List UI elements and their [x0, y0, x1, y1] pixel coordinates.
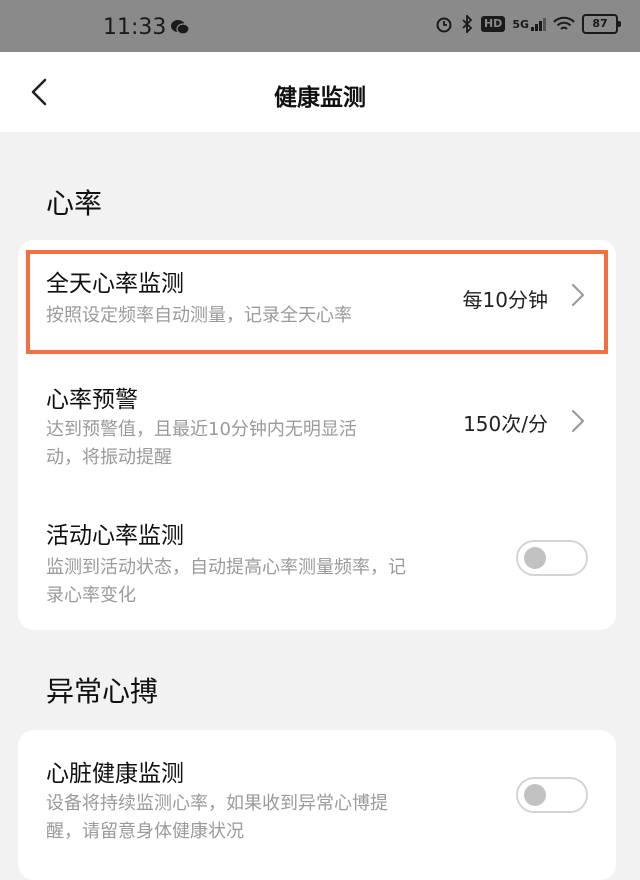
row-heart-health-monitor[interactable]: 心脏健康监测 设备将持续监测心率，如果收到异常心博提 醒，请留意身体健康状况 [18, 730, 616, 861]
heart-health-toggle[interactable] [516, 777, 588, 813]
hd-badge: HD [480, 16, 506, 32]
chevron-right-icon [571, 409, 585, 433]
page-title: 健康监测 [274, 85, 366, 111]
row-desc: 监测到活动状态，自动提高心率测量频率，记 录心率变化 [46, 554, 406, 610]
toggle-knob [524, 784, 546, 806]
toggle-knob [524, 547, 546, 569]
row-desc-line: 醒，请留意身体健康状况 [46, 821, 244, 842]
battery-icon: 87 [582, 14, 621, 34]
row-value: 每10分钟 [462, 288, 548, 312]
row-title: 心脏健康监测 [46, 761, 184, 787]
alarm-icon [436, 17, 452, 33]
row-desc: 设备将持续监测心率，如果收到异常心博提 醒，请留意身体健康状况 [46, 790, 388, 846]
row-all-day-heart-rate[interactable]: 全天心率监测 按照设定频率自动测量，记录全天心率 每10分钟 [18, 240, 616, 360]
status-time: 11:33 [103, 15, 167, 40]
section-title-abnormal-heartbeat: 异常心搏 [46, 675, 159, 708]
chevron-right-icon [571, 283, 585, 307]
network-type-label: 5G [512, 18, 529, 31]
row-activity-heart-rate[interactable]: 活动心率监测 监测到活动状态，自动提高心率测量频率，记 录心率变化 [18, 502, 616, 630]
row-desc-line: 设备将持续监测心率，如果收到异常心博提 [46, 793, 388, 814]
heart-rate-card: 全天心率监测 按照设定频率自动测量，记录全天心率 每10分钟 心率预警 达到预警… [18, 240, 616, 630]
activity-heart-rate-toggle[interactable] [516, 540, 588, 576]
row-title: 全天心率监测 [46, 271, 184, 297]
nav-bar: 健康监测 [0, 52, 640, 132]
status-bar: 11:33 HD 5G 87 [0, 0, 640, 52]
cellular-indicator: 5G [512, 17, 546, 31]
row-desc-line: 录心率变化 [46, 585, 136, 606]
row-value: 150次/分 [463, 412, 548, 436]
signal-icon [531, 18, 546, 31]
row-desc: 按照设定频率自动测量，记录全天心率 [46, 305, 352, 326]
row-desc-line: 监测到活动状态，自动提高心率测量频率，记 [46, 557, 406, 578]
status-icons: HD 5G 87 [435, 14, 621, 34]
row-title: 心率预警 [46, 387, 138, 413]
wechat-icon [171, 20, 190, 35]
row-heart-rate-warning[interactable]: 心率预警 达到预警值，且最近10分钟内无明显活 动，将振动提醒 150次/分 [18, 366, 616, 496]
row-desc-line: 达到预警值，且最近10分钟内无明显活 [46, 419, 357, 440]
bluetooth-icon [462, 15, 473, 33]
row-title: 活动心率监测 [46, 523, 184, 549]
section-title-heart-rate: 心率 [46, 187, 103, 220]
wifi-icon [553, 16, 575, 30]
row-desc-line: 动，将振动提醒 [46, 447, 172, 468]
row-desc: 达到预警值，且最近10分钟内无明显活 动，将振动提醒 [46, 416, 357, 472]
abnormal-heartbeat-card: 心脏健康监测 设备将持续监测心率，如果收到异常心博提 醒，请留意身体健康状况 [18, 730, 616, 880]
